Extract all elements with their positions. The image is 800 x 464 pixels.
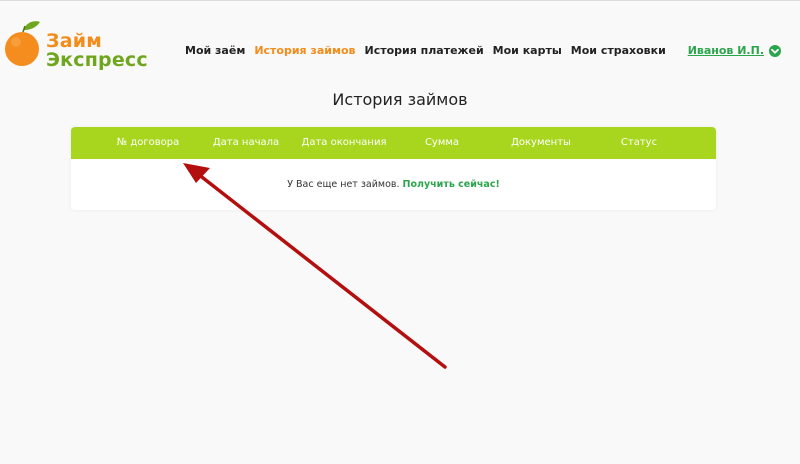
nav-item-my-cards[interactable]: Мои карты <box>493 44 562 57</box>
page-title: История займов <box>332 90 468 109</box>
nav-item-my-loan[interactable]: Мой заём <box>185 44 245 57</box>
column-header-status: Статус <box>620 137 658 148</box>
nav-item-my-insurance[interactable]: Мои страховки <box>571 44 666 57</box>
top-divider <box>0 0 800 1</box>
chevron-down-icon[interactable] <box>769 44 781 57</box>
table-body: У Вас еще нет займов. Получить сейчас! <box>71 159 716 210</box>
column-header-contract-number: № договора <box>116 137 180 148</box>
column-header-amount: Сумма <box>424 137 460 148</box>
nav-item-loan-history[interactable]: История займов <box>254 44 355 57</box>
column-header-end-date: Дата окончания <box>301 137 387 148</box>
empty-state-text: У Вас еще нет займов. <box>287 179 403 190</box>
loans-table: № договора Дата начала Дата окончания Су… <box>71 127 716 210</box>
logo-text-bottom: Экспресс <box>46 49 148 71</box>
user-name-link[interactable]: Иванов И.П. <box>688 44 764 57</box>
table-header: № договора Дата начала Дата окончания Су… <box>71 127 716 159</box>
orange-fruit-icon <box>5 21 40 66</box>
user-menu[interactable]: Иванов И.П. <box>688 44 781 57</box>
get-loan-now-link[interactable]: Получить сейчас! <box>403 179 500 190</box>
main-nav: Мой заём История займов История платежей… <box>185 44 666 57</box>
nav-item-payment-history[interactable]: История платежей <box>364 44 483 57</box>
logo-text-top: Займ <box>46 30 102 52</box>
logo[interactable]: Займ Экспресс <box>4 20 148 72</box>
empty-state-message: У Вас еще нет займов. Получить сейчас! <box>71 179 716 190</box>
column-header-documents: Документы <box>511 137 571 148</box>
page-root: Займ Экспресс Мой заём История займов Ис… <box>0 0 800 464</box>
column-header-start-date: Дата начала <box>212 137 280 148</box>
